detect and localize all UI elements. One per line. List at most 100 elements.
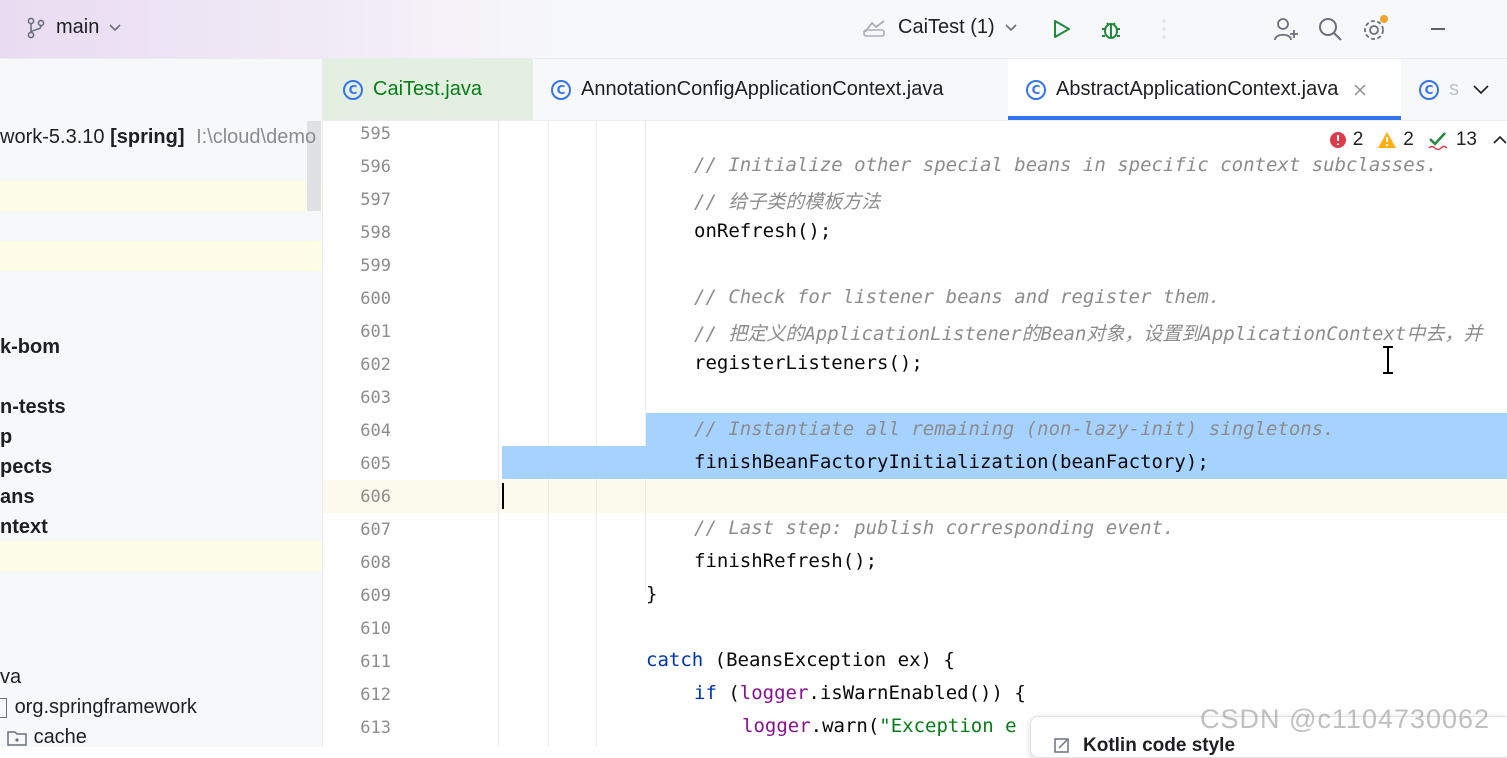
code-line-605: finishBeanFactoryInitialization(beanFact… — [694, 451, 1209, 473]
class-icon: C — [1026, 79, 1046, 100]
search-button[interactable] — [1316, 15, 1344, 43]
tree-item-aspects[interactable]: pects — [0, 452, 52, 482]
gutter-separator — [498, 121, 499, 747]
line-number[interactable]: 605 — [323, 454, 391, 474]
line-number[interactable]: 596 — [323, 157, 391, 177]
line-number[interactable]: 610 — [323, 619, 391, 639]
settings-button[interactable] — [1361, 15, 1389, 43]
branch-selector[interactable]: main — [26, 16, 121, 39]
line-number[interactable]: 612 — [323, 685, 391, 705]
code-line-597: // 给子类的模板方法 — [694, 191, 881, 213]
tree-item-label: org.springframework — [14, 696, 197, 718]
tree-item-java[interactable]: va — [0, 662, 21, 692]
tree-item-integration-tests[interactable]: n-tests — [0, 392, 66, 422]
close-icon[interactable] — [1354, 83, 1366, 96]
branch-name: main — [56, 16, 100, 38]
tab-label: s — [1449, 78, 1459, 100]
keyword: if — [694, 682, 717, 704]
line-number[interactable]: 609 — [323, 586, 391, 606]
search-icon — [1319, 18, 1342, 41]
class-icon: C — [1419, 79, 1439, 100]
field-reference: logger — [739, 682, 809, 704]
tree-item-package-cache[interactable]: cache — [6, 722, 87, 747]
line-number[interactable]: 608 — [323, 553, 391, 573]
line-number[interactable]: 597 — [323, 190, 391, 210]
tree-item-label: cache — [33, 726, 87, 747]
code-text: .warn( — [810, 715, 880, 737]
indent-guide — [596, 121, 597, 747]
line-number[interactable]: 603 — [323, 388, 391, 408]
chevron-down-icon — [1005, 23, 1017, 31]
tree-item-label: work-5.3.10 — [0, 126, 105, 148]
play-icon — [1054, 20, 1070, 38]
line-number[interactable]: 595 — [323, 124, 391, 144]
editor-tabs: C CaiTest.java C AnnotationConfigApplica… — [323, 59, 1507, 121]
warning-icon — [1378, 132, 1397, 148]
tree-item-package-org-springframework[interactable]: org.springframework — [0, 692, 197, 722]
tree-item-aop[interactable]: p — [0, 422, 12, 452]
line-number[interactable]: 599 — [323, 256, 391, 276]
gear-icon — [1364, 15, 1388, 40]
minimize-button[interactable] — [1424, 15, 1452, 43]
tab-abstract-application-context[interactable]: C AbstractApplicationContext.java — [1008, 59, 1401, 120]
class-icon: C — [343, 79, 363, 100]
code-line-613: logger.warn("Exception e — [742, 715, 1017, 737]
error-icon — [1329, 132, 1346, 148]
code-text: ( — [716, 682, 740, 704]
tab-annotation-config-application-context[interactable]: C AnnotationConfigApplicationContext.jav… — [551, 59, 943, 120]
code-line-602: registerListeners(); — [694, 352, 923, 374]
line-number[interactable]: 602 — [323, 355, 391, 375]
indent-guide — [645, 121, 646, 591]
more-vertical-icon — [1162, 19, 1166, 39]
line-number[interactable]: 598 — [323, 223, 391, 243]
typo-check-icon — [1428, 132, 1448, 150]
line-number[interactable]: 606 — [323, 487, 391, 507]
line-number[interactable]: 607 — [323, 520, 391, 540]
code-line-596: // Initialize other special beans in spe… — [694, 154, 1438, 176]
code-text: .isWarnEnabled()) { — [808, 682, 1026, 704]
line-number[interactable]: 611 — [323, 652, 391, 672]
tree-item-bom[interactable]: k-bom — [0, 332, 60, 362]
code-text: (BeansException ex) { — [703, 649, 955, 671]
line-number[interactable]: 613 — [323, 718, 391, 738]
code-line-601: // 把定义的ApplicationListener的Bean对象，设置到App… — [694, 323, 1483, 345]
chevron-down-icon — [1473, 84, 1489, 94]
tab-list-button[interactable] — [1473, 59, 1489, 120]
code-line-604: // Instantiate all remaining (non-lazy-i… — [694, 418, 1335, 440]
tab-overflow-partial[interactable]: C s — [1419, 59, 1459, 120]
tree-item-label: n-tests — [0, 396, 66, 418]
code-line-600: // Check for listener beans and register… — [694, 286, 1221, 308]
tree-item-label: va — [0, 666, 22, 688]
inspection-widget[interactable]: 2 2 13 — [1329, 129, 1507, 151]
tree-item-label: p — [0, 426, 13, 448]
typo-count: 13 — [1455, 129, 1477, 150]
code-line-612: if (logger.isWarnEnabled()) { — [694, 682, 1026, 704]
run-configuration-selector[interactable]: CaiTest (1) — [862, 16, 1017, 39]
tree-item-context[interactable]: ntext — [0, 512, 48, 542]
run-config-name: CaiTest (1) — [898, 16, 995, 38]
code-with-me-button[interactable] — [1272, 15, 1300, 43]
watermark: CSDN @c1104730062 — [1200, 704, 1491, 734]
text-cursor-icon — [1383, 346, 1393, 374]
debug-button[interactable] — [1097, 15, 1125, 43]
tree-item-label: k-bom — [0, 336, 60, 358]
tab-label: AbstractApplicationContext.java — [1056, 78, 1339, 100]
title-bar: main CaiTest (1) — [0, 0, 1507, 59]
line-number[interactable]: 601 — [323, 322, 391, 342]
indent-guide — [548, 121, 549, 747]
more-actions-button[interactable] — [1150, 15, 1178, 43]
folder-icon — [7, 730, 27, 746]
tab-caitest[interactable]: C CaiTest.java — [323, 59, 533, 120]
keyword: catch — [646, 649, 704, 671]
run-button[interactable] — [1047, 15, 1075, 43]
line-number[interactable]: 600 — [323, 289, 391, 309]
selected-row-highlight — [0, 181, 322, 211]
package-icon — [0, 697, 7, 718]
tree-item-root-module[interactable]: work-5.3.10 [spring] I:\cloud\demo — [0, 122, 316, 152]
tree-item-beans[interactable]: ans — [0, 482, 34, 512]
run-config-icon — [863, 19, 885, 37]
line-number[interactable]: 604 — [323, 421, 391, 441]
code-editor[interactable]: 2 2 13 595 596 597 598 599 600 601 602 603 604 605… — [323, 121, 1507, 747]
string-literal: "Exception e — [879, 715, 1017, 737]
code-line-609: } — [646, 583, 658, 605]
